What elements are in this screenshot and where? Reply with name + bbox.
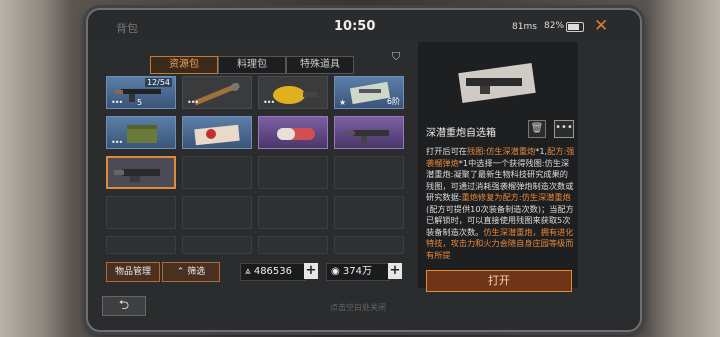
heavy-cannon-icon <box>458 62 536 104</box>
inventory-slot-empty[interactable] <box>334 156 404 189</box>
tab-special-items[interactable]: 特殊道具 <box>286 56 354 74</box>
resource-counter-1: ⩓ 486536 <box>240 263 306 281</box>
inventory-slot-empty[interactable] <box>334 196 404 229</box>
dots-icon: ••• <box>187 98 199 107</box>
item-description: 打开后可在残图:仿生深潜重炮*1,配方:强袭榴弹炮*1中选择一个获得残图:仿生深… <box>426 146 576 286</box>
inventory-slot[interactable]: 12/54 ••• 5 <box>106 76 176 109</box>
capsule-icon <box>277 128 315 140</box>
inventory-slot-empty[interactable] <box>182 196 252 229</box>
resource-value-1: 486536 <box>253 266 293 277</box>
inventory-slot-empty[interactable] <box>106 236 176 254</box>
close-icon[interactable]: ✕ <box>594 16 608 36</box>
inventory-slot-empty[interactable] <box>258 156 328 189</box>
inventory-slot[interactable] <box>182 116 252 149</box>
resource-icon: ⩓ <box>245 266 251 277</box>
inventory-slot-empty[interactable] <box>182 236 252 254</box>
tab-resource-pack[interactable]: 资源包 <box>150 56 218 74</box>
trash-icon[interactable]: 🗑 <box>528 120 546 138</box>
battery-percent: 82% <box>544 21 565 31</box>
star-icon: ★ <box>339 98 347 107</box>
resource-value-2: 374万 <box>342 266 373 277</box>
inventory-slot[interactable] <box>258 116 328 149</box>
item-count: 12/54 <box>144 78 172 87</box>
more-options-icon[interactable]: ••• <box>554 120 574 138</box>
coin-icon: ◉ <box>331 266 340 277</box>
inventory-slot[interactable]: ••• <box>106 116 176 149</box>
resource-counter-2: ◉ 374万 <box>326 263 390 281</box>
filter-label: 筛选 <box>187 267 206 277</box>
window-title: 背包 <box>116 22 138 35</box>
dots-icon: ••• <box>111 138 123 147</box>
item-number: 5 <box>137 98 143 107</box>
inventory-slot-empty[interactable] <box>182 156 252 189</box>
description-segment: 配方:仿生深潜重炮 <box>502 192 571 202</box>
shield-icon[interactable]: ⛉ <box>392 50 400 64</box>
dots-icon: ••• <box>263 98 275 107</box>
inventory-slot-empty[interactable] <box>106 196 176 229</box>
back-button[interactable]: ⮌ <box>102 296 146 316</box>
dots-icon: ••• <box>111 98 123 107</box>
inventory-slot[interactable]: ••• <box>258 76 328 109</box>
battery-icon <box>566 22 584 32</box>
open-button[interactable]: 打开 <box>426 270 572 292</box>
status-bar: 背包 10:50 81ms 82% ✕ <box>88 10 640 40</box>
description-segment: *1, <box>535 146 548 156</box>
inventory-slot[interactable]: ••• <box>182 76 252 109</box>
backpack-window: 背包 10:50 81ms 82% ✕ 资源包 料理包 特殊道具 ⛉ 12/54… <box>86 8 642 332</box>
close-hint: 点击空白处关闭 <box>330 303 386 312</box>
heavy-cannon-icon <box>114 169 160 182</box>
filter-button[interactable]: ⌃ 筛选 <box>162 262 220 282</box>
tab-food-pack[interactable]: 料理包 <box>218 56 286 74</box>
inventory-slot-empty[interactable] <box>258 236 328 254</box>
inventory-slot-empty[interactable] <box>334 236 404 254</box>
description-segment: 残图:仿生深潜重炮 <box>466 146 536 156</box>
inventory-slot-selected[interactable] <box>106 156 176 189</box>
clock: 10:50 <box>334 19 376 34</box>
add-resource-button[interactable]: + <box>304 263 318 279</box>
description-segment: *1中选择一个获得 <box>458 157 526 168</box>
machine-gun-icon <box>345 130 389 143</box>
inventory-slot[interactable]: ★ 6阶 <box>334 76 404 109</box>
description-segment: 打开后可在 <box>426 146 467 156</box>
inventory-slot-empty[interactable] <box>258 196 328 229</box>
voucher-icon <box>194 124 240 146</box>
inventory-slot[interactable] <box>334 116 404 149</box>
description-segment: 重炮修复为 <box>461 192 503 202</box>
ping-value: 81ms <box>512 22 537 32</box>
filter-icon: ⌃ <box>176 267 188 277</box>
item-level: 6阶 <box>386 97 400 106</box>
item-manage-button[interactable]: 物品管理 <box>106 262 160 282</box>
item-detail-panel: 深潜重炮自选箱 🗑 ••• 打开后可在残图:仿生深潜重炮*1,配方:强袭榴弹炮*… <box>418 42 578 288</box>
item-name: 深潜重炮自选箱 <box>426 128 496 139</box>
add-coin-button[interactable]: + <box>388 263 402 279</box>
